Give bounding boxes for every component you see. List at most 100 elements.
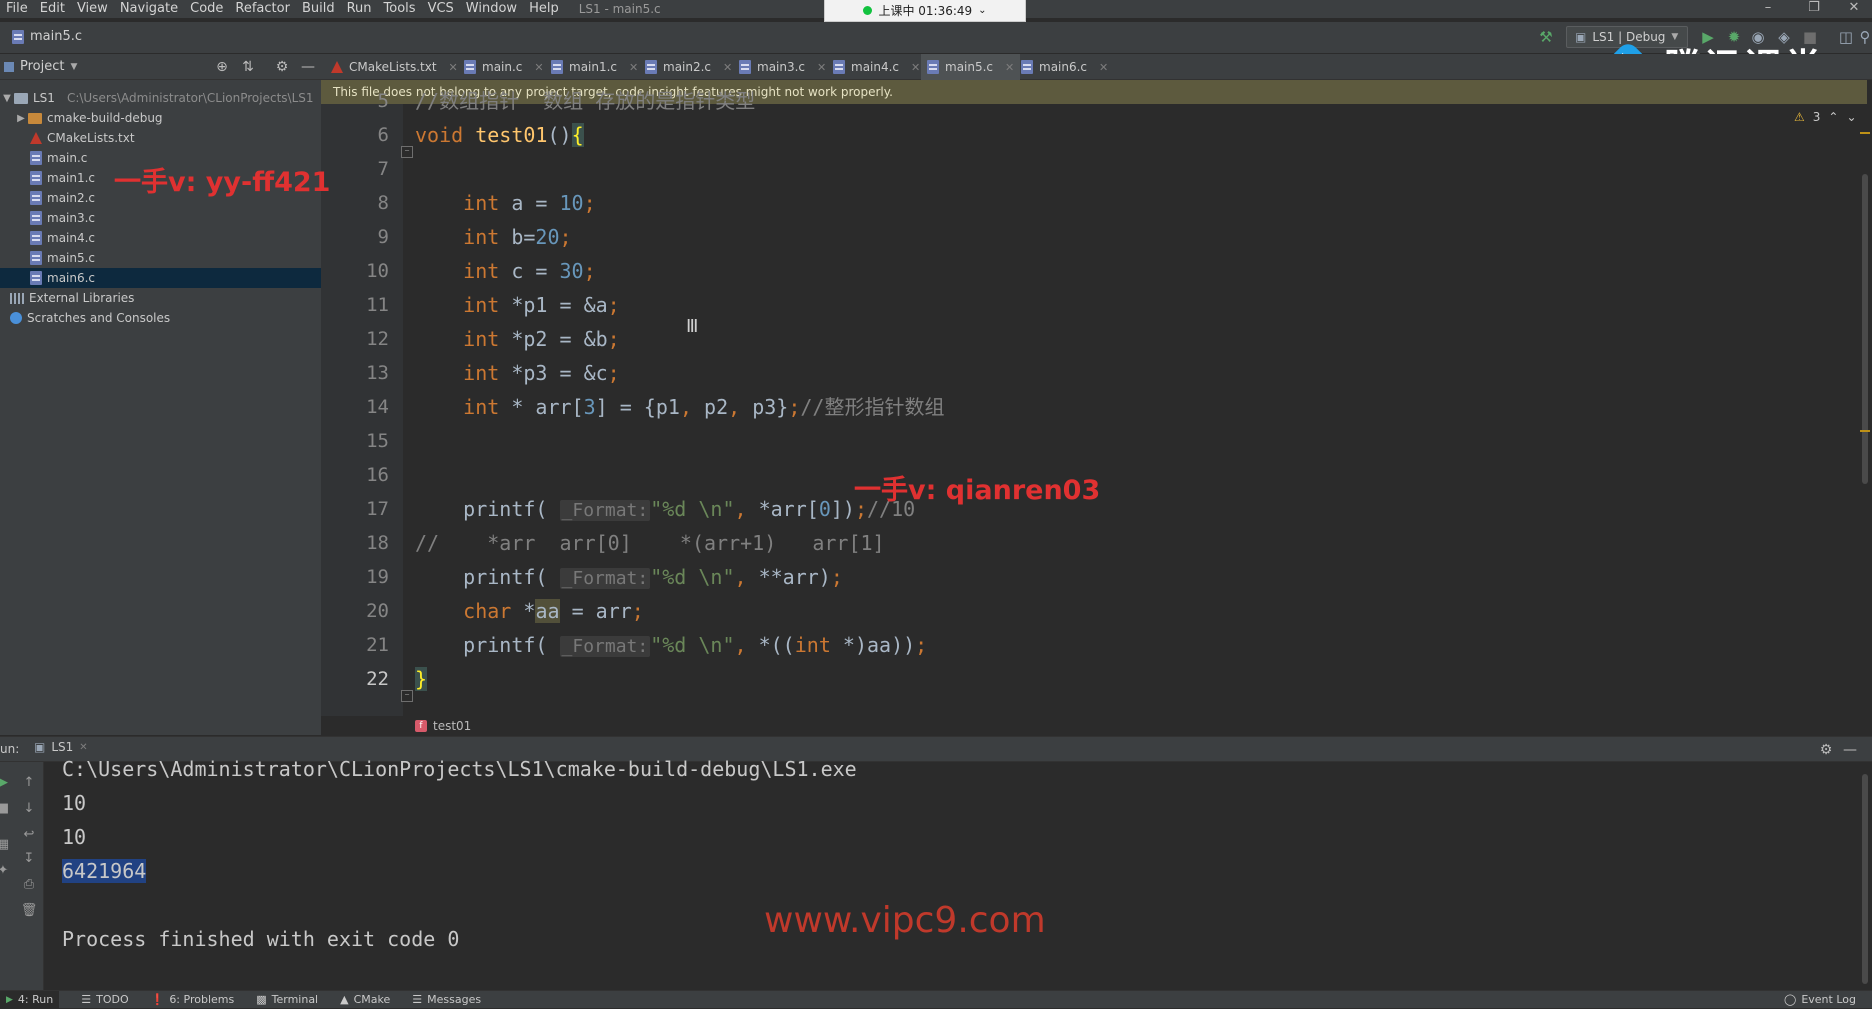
trash-icon[interactable]: 🗑 — [20, 902, 38, 920]
tree-item-main3[interactable]: main3.c — [0, 208, 351, 228]
pin-icon[interactable]: ✦ — [0, 862, 12, 880]
tool-window-terminal[interactable]: ▩ Terminal — [256, 993, 318, 1006]
console-scrollbar[interactable] — [1858, 762, 1872, 990]
gear-icon[interactable]: ⚙ — [1816, 740, 1836, 760]
soft-wrap-icon[interactable]: ↩ — [20, 826, 38, 844]
menu-vcs[interactable]: VCS — [422, 0, 460, 18]
warning-marker[interactable] — [1860, 430, 1870, 432]
breadcrumb-function: test01 — [433, 719, 472, 733]
close-tab-icon[interactable]: ✕ — [1099, 61, 1108, 74]
parameter-hint: _Format: — [559, 568, 651, 589]
arrow-up-icon[interactable]: ↑ — [20, 774, 38, 792]
close-tab-icon[interactable]: ✕ — [534, 61, 543, 74]
close-tab-icon[interactable]: ✕ — [449, 61, 458, 74]
menu-navigate[interactable]: Navigate — [114, 0, 184, 18]
menu-view[interactable]: View — [71, 0, 114, 18]
tab-main5[interactable]: main5.c ✕ — [921, 54, 1021, 83]
close-window-icon[interactable]: ✕ — [1834, 0, 1872, 18]
tool-window-label: 4: Run — [17, 993, 54, 1006]
tree-item-main6[interactable]: main6.c — [0, 268, 351, 288]
tree-item-scratches[interactable]: Scratches and Consoles — [0, 308, 331, 328]
tree-item-external-libraries[interactable]: External Libraries — [0, 288, 331, 308]
minimize-icon[interactable]: – — [1748, 0, 1788, 18]
stop-icon[interactable]: ■ — [0, 800, 12, 818]
inspection-warnings[interactable]: ⚠ 3 ⌃ ⌄ — [1794, 110, 1857, 124]
locate-icon[interactable]: ⊕ — [212, 57, 232, 77]
fold-collapse-icon[interactable]: − — [401, 146, 413, 158]
editor-breadcrumb[interactable]: f test01 — [403, 716, 1855, 736]
editor-scrollbar[interactable] — [1858, 104, 1872, 716]
code-text: *)aa)) — [830, 633, 916, 657]
menu-tools[interactable]: Tools — [378, 0, 422, 18]
line-number: 5 — [377, 90, 389, 112]
tab-main4[interactable]: main4.c ✕ — [833, 54, 920, 80]
run-console-output[interactable]: C:\Users\Administrator\CLionProjects\LS1… — [44, 757, 1858, 990]
tool-window-problems[interactable]: ❗ 6: Problems — [151, 993, 235, 1006]
tab-main1[interactable]: main1.c ✕ — [551, 54, 638, 80]
code-keyword: int — [463, 191, 500, 215]
menu-build[interactable]: Build — [296, 0, 341, 18]
nav-breadcrumb[interactable]: main5.c — [12, 29, 82, 44]
close-tab-icon[interactable]: ✕ — [1005, 61, 1014, 74]
event-log-button[interactable]: ◯ Event Log — [1784, 990, 1856, 1008]
fold-end-icon[interactable]: − — [401, 690, 413, 702]
code-semicolon: ; — [583, 191, 596, 215]
chevron-down-icon[interactable]: ▼ — [0, 93, 14, 104]
project-view-select[interactable]: Project ▼ — [4, 59, 77, 74]
folder-icon — [28, 112, 42, 124]
tool-window-run[interactable]: ▶ 4: Run — [0, 990, 60, 1009]
close-tab-icon[interactable]: ✕ — [79, 742, 87, 753]
tree-item-main5[interactable]: main5.c — [0, 248, 351, 268]
collapse-all-icon[interactable]: ⇅ — [238, 57, 258, 77]
tab-main2[interactable]: main2.c ✕ — [645, 54, 732, 80]
menu-window[interactable]: Window — [460, 0, 523, 18]
code-editor[interactable]: − − //数组指针 数组 存放的是指针类型 void test01(){ in… — [401, 89, 1855, 716]
tree-item-cmake-build-debug[interactable]: ▶ cmake-build-debug — [0, 108, 335, 128]
scrollbar-thumb[interactable] — [1862, 774, 1868, 984]
menu-help[interactable]: Help — [523, 0, 565, 18]
tab-cmakelists[interactable]: CMakeLists.txt ✕ — [331, 54, 458, 80]
scratches-icon — [10, 312, 22, 324]
close-tab-icon[interactable]: ✕ — [723, 61, 732, 74]
menu-refactor[interactable]: Refactor — [229, 0, 296, 18]
menu-run[interactable]: Run — [341, 0, 378, 18]
tab-main6[interactable]: main6.c ✕ — [1021, 54, 1108, 80]
close-tab-icon[interactable]: ✕ — [629, 61, 638, 74]
tree-item-label: main4.c — [47, 231, 96, 245]
print-icon[interactable]: ⎙ — [20, 876, 38, 894]
chevron-up-icon[interactable]: ⌃ — [1828, 110, 1838, 124]
rerun-icon[interactable]: ▶ — [0, 774, 12, 792]
tree-item-cmakelists[interactable]: CMakeLists.txt — [0, 128, 351, 148]
build-hammer-icon[interactable]: ⚒ — [1536, 27, 1556, 47]
tree-item-ls1[interactable]: ▼ LS1 C:\Users\Administrator\CLionProjec… — [0, 88, 321, 108]
code-keyword: int — [463, 395, 500, 419]
restore-layout-icon[interactable]: ▦ — [0, 836, 12, 854]
c-file-icon — [30, 271, 42, 285]
restore-icon[interactable]: ❐ — [1794, 0, 1834, 18]
scrollbar-thumb[interactable] — [1862, 174, 1868, 484]
chevron-down-icon[interactable]: ⌄ — [1846, 110, 1856, 124]
close-tab-icon[interactable]: ✕ — [911, 61, 920, 74]
menu-file[interactable]: File — [0, 0, 34, 18]
hide-panel-icon[interactable]: — — [298, 57, 318, 77]
tool-window-cmake[interactable]: ▲ CMake — [340, 993, 390, 1006]
tool-window-todo[interactable]: ☰ TODO — [81, 993, 128, 1006]
arrow-down-icon[interactable]: ↓ — [20, 800, 38, 818]
run-config-icon: ▣ — [34, 740, 46, 754]
tree-item-label: main.c — [47, 151, 88, 165]
close-tab-icon[interactable]: ✕ — [817, 61, 826, 74]
tab-main[interactable]: main.c ✕ — [464, 54, 544, 80]
tool-window-messages[interactable]: ☰ Messages — [412, 993, 481, 1006]
warning-marker[interactable] — [1860, 132, 1870, 134]
gear-icon[interactable]: ⚙ — [272, 57, 292, 77]
menu-code[interactable]: Code — [184, 0, 229, 18]
class-timer-notice[interactable]: 上课中 01:36:49 ⌄ — [824, 0, 1026, 22]
chevron-right-icon[interactable]: ▶ — [14, 113, 28, 124]
c-file-icon — [464, 60, 476, 74]
tree-item-main4[interactable]: main4.c — [0, 228, 351, 248]
tab-main3[interactable]: main3.c ✕ — [739, 54, 826, 80]
hide-panel-icon[interactable]: — — [1840, 740, 1860, 760]
menu-edit[interactable]: Edit — [34, 0, 71, 18]
problems-icon: ❗ — [150, 993, 165, 1006]
scroll-to-end-icon[interactable]: ↧ — [20, 850, 38, 868]
